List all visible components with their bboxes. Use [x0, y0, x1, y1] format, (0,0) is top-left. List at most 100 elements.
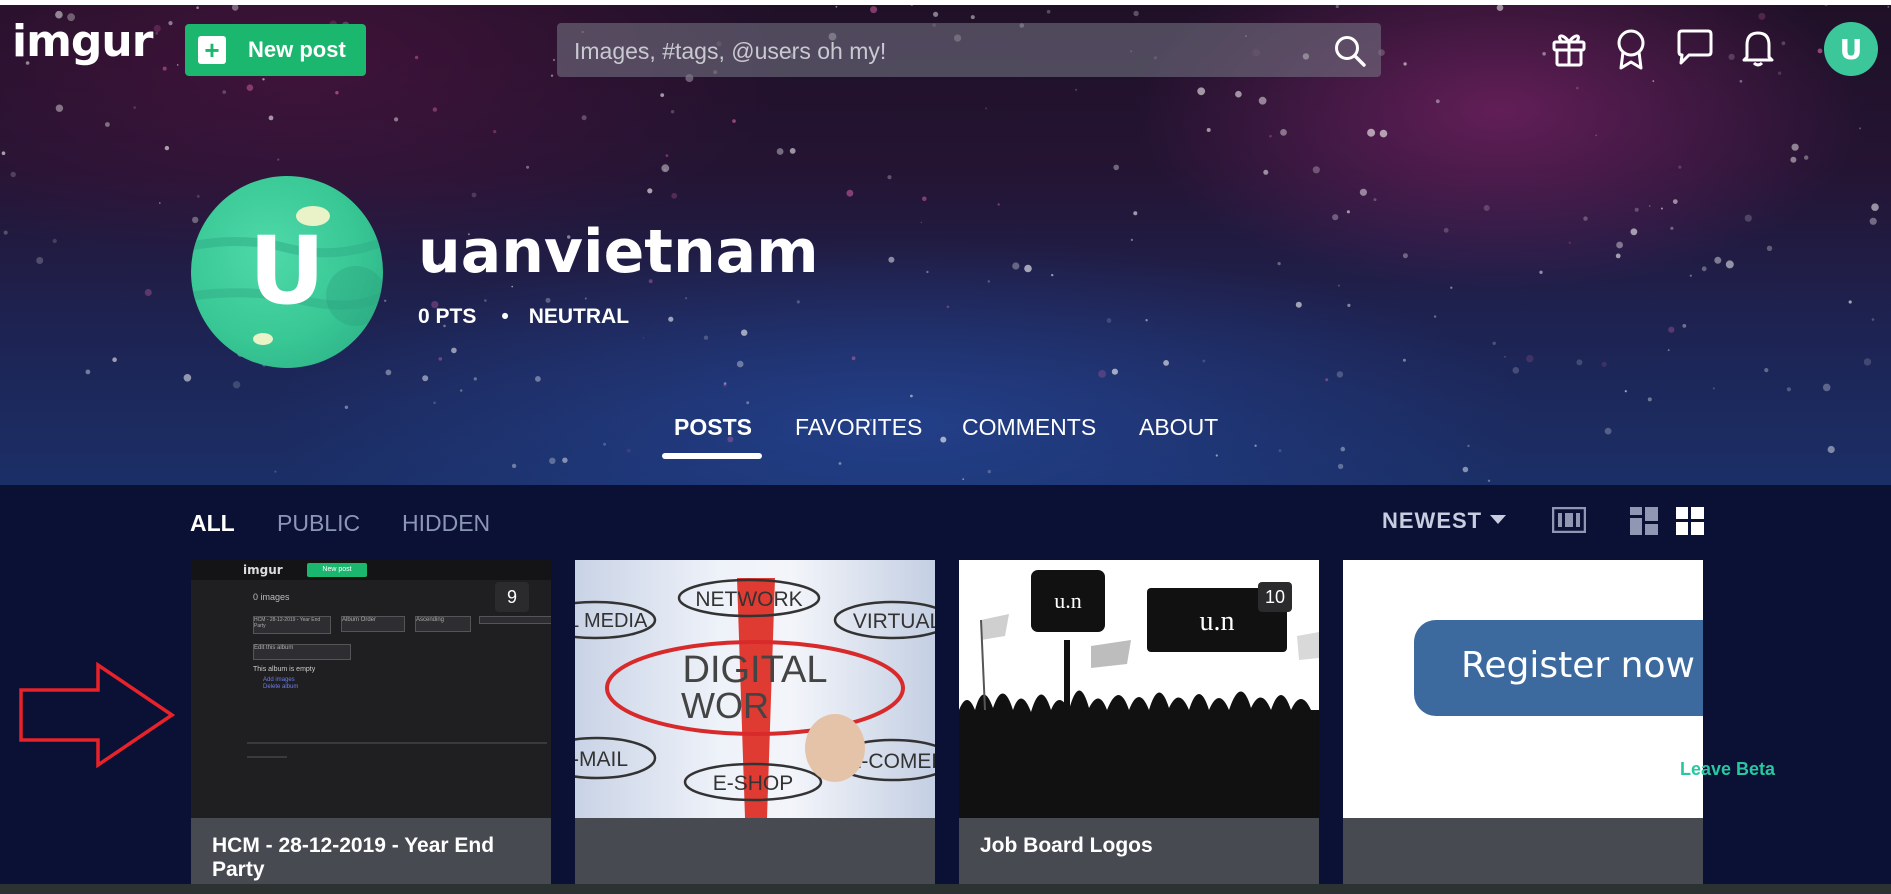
star-dot: [940, 436, 947, 443]
filter-public[interactable]: PUBLIC: [277, 510, 360, 537]
star-dot: [384, 299, 387, 302]
star-dot: [1373, 198, 1377, 202]
star-dot: [1634, 207, 1639, 212]
star-dot: [451, 347, 457, 354]
post-card[interactable]: DIGITAL WOR NETWORK VIRTUAL AL MEDIA E-M…: [575, 560, 935, 894]
filter-all[interactable]: ALL: [190, 510, 235, 537]
post-card[interactable]: Register now: [1343, 560, 1703, 894]
tab-about[interactable]: ABOUT: [1139, 414, 1218, 441]
user-avatar-button[interactable]: U: [1824, 22, 1878, 76]
gift-icon[interactable]: [1550, 28, 1588, 68]
post-card[interactable]: u.n u.n 10 Job Board Logos: [959, 560, 1319, 894]
star-dot: [550, 74, 554, 77]
search-input[interactable]: [572, 23, 1336, 79]
star-dot: [1786, 387, 1791, 392]
imgur-logo[interactable]: imgur: [12, 20, 153, 64]
star-dot: [1163, 360, 1169, 366]
illustration-text: E-SHOP: [713, 772, 794, 795]
star-dot: [183, 374, 192, 382]
star-dot: [1871, 203, 1879, 211]
bell-icon[interactable]: [1740, 28, 1776, 68]
star-dot: [1682, 324, 1687, 328]
star-dot: [460, 389, 463, 392]
star-dot: [484, 299, 487, 302]
star-dot: [1462, 466, 1469, 473]
star-dot: [133, 106, 136, 109]
star-dot: [1744, 214, 1752, 222]
star-dot: [1689, 274, 1692, 277]
tab-posts[interactable]: POSTS: [674, 414, 752, 441]
star-dot: [1359, 188, 1367, 196]
tab-favorites[interactable]: FAVORITES: [795, 414, 922, 441]
star-dot: [1335, 4, 1339, 9]
star-dot: [1668, 326, 1675, 333]
star-dot: [1443, 227, 1449, 233]
post-card[interactable]: imgur New post 0 images HCM - 28-12-2019…: [191, 560, 551, 894]
illustration-text: AL MEDIA: [575, 610, 648, 632]
star-dot: [1817, 48, 1823, 54]
star-dot: [36, 257, 44, 264]
digital-world-illustration: DIGITAL WOR NETWORK VIRTUAL AL MEDIA E-M…: [575, 578, 935, 818]
star-dot: [1277, 262, 1281, 266]
stats-separator: •: [501, 305, 509, 328]
star-dot: [732, 119, 736, 123]
star-dot: [851, 356, 856, 361]
thumb-select: HCM - 28-12-2019 - Year End Party: [253, 616, 331, 634]
star-dot: [535, 376, 541, 382]
star-dot: [1871, 318, 1875, 321]
star-dot: [1367, 128, 1376, 137]
star-dot: [55, 104, 64, 112]
leave-beta-link[interactable]: Leave Beta: [1680, 759, 1775, 780]
star-dot: [52, 238, 57, 244]
star-dot: [1660, 207, 1663, 210]
grid-view-icon[interactable]: [1676, 507, 1704, 535]
thumb-footer-line: [247, 756, 287, 758]
star-dot: [1130, 238, 1134, 242]
star-dot: [85, 369, 91, 375]
star-dot: [153, 24, 161, 33]
star-dot: [1487, 479, 1491, 482]
star-dot: [1492, 341, 1496, 345]
star-dot: [1869, 217, 1877, 225]
star-dot: [196, 6, 199, 9]
star-dot: [870, 6, 878, 14]
filter-hidden[interactable]: HIDDEN: [402, 510, 490, 537]
chat-icon[interactable]: [1675, 28, 1715, 66]
sort-dropdown[interactable]: NEWEST: [1382, 508, 1507, 534]
star-dot: [926, 270, 929, 274]
star-dot: [846, 189, 854, 197]
star-dot: [997, 203, 1000, 206]
medal-icon[interactable]: [1614, 28, 1648, 70]
star-dot: [1215, 454, 1218, 457]
star-dot: [1133, 211, 1138, 216]
profile-avatar: U: [191, 176, 383, 368]
new-post-button[interactable]: + New post: [185, 24, 366, 76]
post-title: HCM - 28-12-2019 - Year End Party: [212, 834, 495, 881]
profile-stats: 0 PTS • NEUTRAL: [418, 305, 629, 329]
search-icon[interactable]: [1333, 34, 1367, 68]
star-dot: [887, 175, 892, 180]
tab-comments[interactable]: COMMENTS: [962, 414, 1096, 441]
filmstrip-view-icon[interactable]: [1552, 507, 1586, 533]
star-dot: [670, 110, 675, 114]
star-dot: [1051, 273, 1054, 277]
chevron-down-icon: [1490, 514, 1507, 524]
masonry-view-icon[interactable]: [1630, 507, 1658, 535]
star-dot: [668, 316, 674, 322]
post-thumbnail: DIGITAL WOR NETWORK VIRTUAL AL MEDIA E-M…: [575, 560, 935, 818]
star-dot: [422, 375, 429, 382]
star-dot: [933, 11, 939, 17]
sign-text: u.n: [1200, 606, 1235, 637]
star-dot: [1583, 216, 1588, 221]
star-dot: [723, 383, 727, 387]
taskbar-strip: [0, 884, 1891, 894]
star-dot: [1450, 286, 1453, 289]
star-dot: [985, 107, 988, 110]
star-dot: [159, 202, 161, 204]
annotation-arrow-icon: [19, 662, 176, 768]
star-dot: [1206, 128, 1211, 132]
star-dot: [1133, 10, 1139, 17]
star-dot: [414, 55, 419, 60]
star-dot: [144, 289, 152, 296]
star-dot: [1340, 446, 1346, 452]
